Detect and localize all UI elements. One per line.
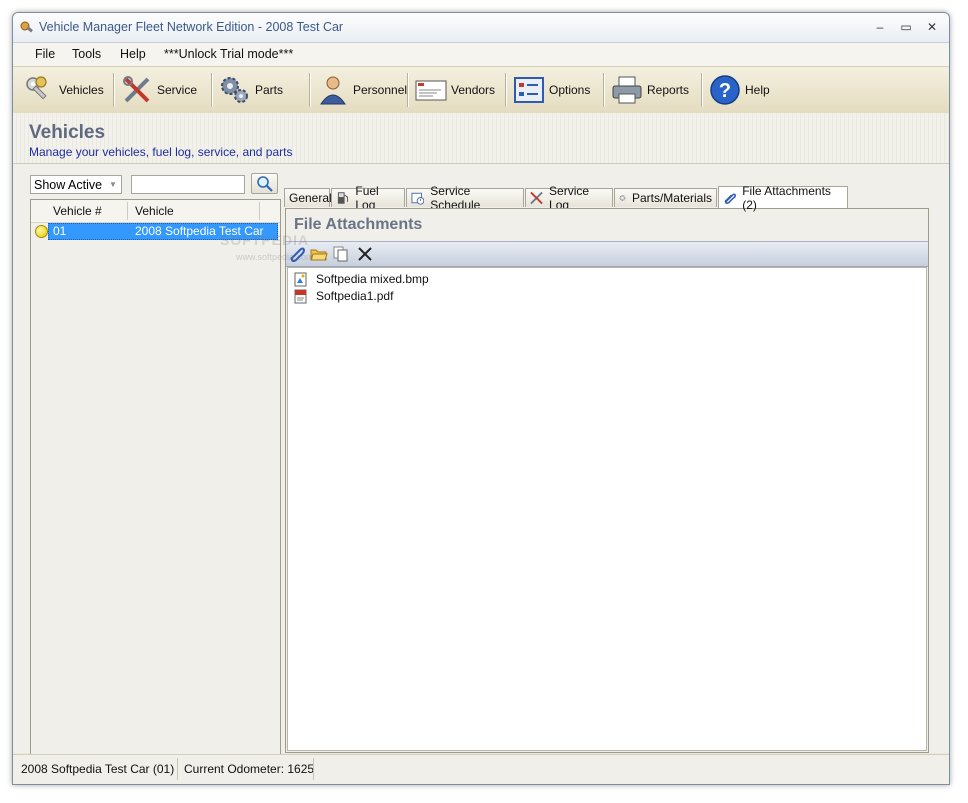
bmp-file-icon [294,272,307,286]
tools-icon [530,191,543,205]
toolbar-divider [407,73,409,107]
minimize-button[interactable]: – [869,19,891,35]
tab-general[interactable]: General [284,188,332,207]
attachments-toolbar [286,241,928,267]
pdf-file-icon [294,289,307,303]
status-filter-value: Show Active [34,178,103,192]
status-filter-dropdown[interactable]: Show Active ▼ [30,175,122,194]
tab-parts-materials[interactable]: Parts/Materials [614,188,717,207]
service-button[interactable]: Service [121,71,197,109]
tab-file-attachments-label: File Attachments (2) [742,183,831,212]
toolbar-divider [603,73,605,107]
tab-general-label: General [289,191,332,205]
column-header-vehicle[interactable]: Vehicle [135,204,174,218]
delete-icon[interactable] [356,245,374,263]
help-icon: ? [710,75,740,105]
file-attachments-panel: File Attachments Softpedia mixed.bmp Sof… [285,208,929,753]
clock-calendar-icon [411,192,425,205]
status-divider [177,758,178,780]
tab-parts-materials-label: Parts/Materials [631,191,712,205]
vendors-label: Vendors [451,83,496,97]
close-button[interactable]: ✕ [921,19,943,35]
person-icon [320,76,346,105]
options-icon [514,77,544,103]
search-button[interactable] [251,173,278,194]
app-logo-icon [20,21,33,33]
toolbar-divider [309,73,311,107]
personnel-label: Personnel [353,83,408,97]
attachments-list: Softpedia mixed.bmp Softpedia1.pdf [287,267,927,751]
options-button[interactable]: Options [513,71,590,109]
svg-text:?: ? [719,80,731,102]
list-item[interactable]: Softpedia mixed.bmp [294,271,429,287]
status-vehicle: 2008 Softpedia Test Car (01) [21,762,175,776]
status-bar: 2008 Softpedia Test Car (01) Current Odo… [13,754,949,784]
watermark-brand: SOFTPEDIA [220,232,310,248]
parts-button[interactable]: Parts [219,71,283,109]
maximize-button[interactable]: ▭ [895,19,917,35]
vendors-button[interactable]: Vendors [415,71,495,109]
tab-fuel-log[interactable]: Fuel Log [331,184,405,212]
page-title: Vehicles [29,122,106,143]
app-window: Vehicle Manager Fleet Network Edition - … [12,12,950,785]
status-dot-icon [35,225,48,238]
tools-icon [123,76,150,103]
tab-service-log[interactable]: Service Log [525,184,613,212]
column-divider [259,202,260,220]
column-divider [127,202,128,220]
fuel-pump-icon [337,192,348,204]
menu-unlock-trial[interactable]: ***Unlock Trial mode*** [164,47,293,61]
list-item[interactable]: Softpedia1.pdf [294,288,393,304]
column-header-vehicle-number[interactable]: Vehicle # [53,204,102,218]
watermark-url: www.softpedia.com [236,252,314,262]
menu-file[interactable]: File [35,47,55,61]
status-divider [313,758,314,780]
chevron-down-icon[interactable]: ▼ [107,178,119,191]
parts-label: Parts [255,83,284,97]
personnel-button[interactable]: Personnel [317,71,407,109]
reports-label: Reports [647,83,690,97]
vehicles-label: Vehicles [59,83,104,97]
file-name: Softpedia1.pdf [316,289,394,303]
vehicle-list: Vehicle # Vehicle 01 2008 Softpedia Test… [30,199,281,755]
tab-service-schedule[interactable]: Service Schedule [406,184,524,212]
vehicles-button[interactable]: Vehicles [23,71,104,109]
help-button[interactable]: ? Help [709,71,770,109]
title-bar: Vehicle Manager Fleet Network Edition - … [13,13,949,43]
menu-bar: File Tools Help ***Unlock Trial mode*** [13,43,949,66]
toolbar-divider [505,73,507,107]
page-header: Vehicles Manage your vehicles, fuel log,… [13,113,949,164]
toolbar-divider [701,73,703,107]
file-name: Softpedia mixed.bmp [316,272,429,286]
search-icon [257,176,273,192]
copy-icon[interactable] [332,245,350,263]
content-area: Show Active ▼ Vehicle # Vehicle 01 2008 … [13,164,949,755]
page-subtitle: Manage your vehicles, fuel log, service,… [29,145,293,159]
main-toolbar: Vehicles Service Parts Personnel Vendors… [13,66,949,114]
vehicle-number-cell: 01 [53,224,67,238]
gear-icon [619,195,626,201]
tab-file-attachments[interactable]: File Attachments (2) [718,184,848,212]
vehicle-list-header: Vehicle # Vehicle [31,200,280,223]
business-card-icon [415,80,447,101]
toolbar-divider [113,73,115,107]
panel-title: File Attachments [294,216,423,233]
toolbar-divider [211,73,213,107]
status-odometer: Current Odometer: 1625 [184,762,315,776]
menu-tools[interactable]: Tools [72,47,101,61]
printer-icon [612,76,642,104]
help-label: Help [745,83,770,97]
menu-help[interactable]: Help [120,47,146,61]
service-label: Service [157,83,198,97]
window-title: Vehicle Manager Fleet Network Edition - … [39,20,344,34]
keys-icon [26,76,47,100]
reports-button[interactable]: Reports [611,71,689,109]
search-input[interactable] [131,175,245,194]
paperclip-icon [724,192,737,204]
options-label: Options [549,83,591,97]
gears-icon [221,77,248,103]
